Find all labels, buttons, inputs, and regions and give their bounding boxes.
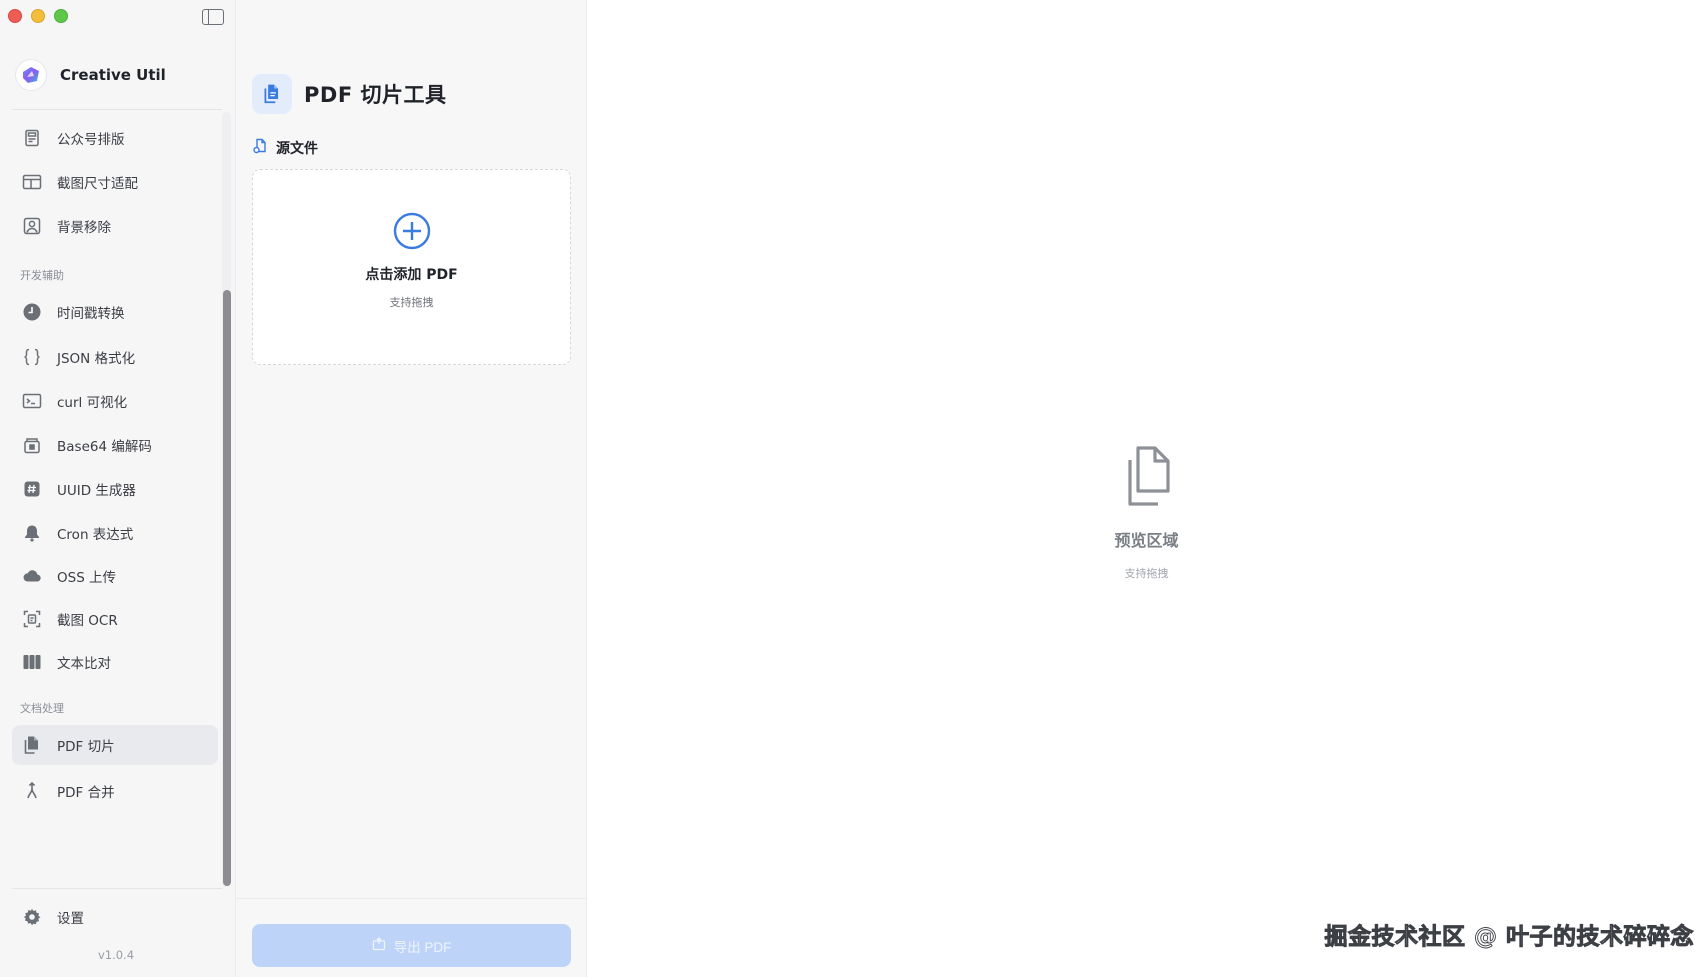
sidebar-item-label: Base64 编解码 bbox=[57, 439, 152, 455]
sidebar-item-screenshot-resize[interactable]: 截图尺寸适配 bbox=[12, 162, 218, 202]
sidebar-item-pdf-slice[interactable]: PDF 切片 bbox=[12, 725, 218, 765]
sidebar-toggle-icon[interactable] bbox=[202, 9, 224, 25]
source-label-text: 源文件 bbox=[276, 141, 318, 157]
sidebar-item-settings[interactable]: 设置 bbox=[12, 897, 218, 937]
window-controls bbox=[8, 9, 68, 23]
dropzone-title: 点击添加 PDF bbox=[365, 267, 458, 283]
app-logo-icon bbox=[16, 60, 46, 90]
background-remove-icon bbox=[21, 215, 43, 237]
sidebar-item-label: curl 可视化 bbox=[57, 395, 128, 411]
braces-icon bbox=[21, 346, 43, 368]
export-label: 导出 PDF bbox=[393, 939, 452, 955]
sidebar-item-label: PDF 切片 bbox=[57, 739, 115, 755]
sidebar-item-uuid[interactable]: UUID 生成器 bbox=[12, 469, 218, 509]
section-label-doc: 文档处理 bbox=[20, 702, 64, 715]
preview-empty-state: 预览区域 支持拖拽 bbox=[587, 445, 1706, 581]
sidebar-item-background-remove[interactable]: 背景移除 bbox=[12, 206, 218, 246]
zoom-window-button[interactable] bbox=[54, 9, 68, 23]
export-icon bbox=[372, 937, 386, 954]
sidebar-item-article-layout[interactable]: 公众号排版 bbox=[12, 118, 218, 158]
merge-icon bbox=[21, 780, 43, 802]
terminal-icon bbox=[21, 390, 43, 412]
sidebar-item-base64[interactable]: Base64 编解码 bbox=[12, 425, 218, 465]
version-label: v1.0.4 bbox=[97, 948, 135, 962]
panel-header: PDF 切片工具 bbox=[252, 74, 446, 114]
app-window: Creative Util 公众号排版 截图尺寸适配 背景移除 开发辅助 时间戳… bbox=[0, 0, 1706, 977]
bell-icon bbox=[21, 522, 43, 544]
minimize-window-button[interactable] bbox=[31, 9, 45, 23]
sidebar-item-text-diff[interactable]: 文本比对 bbox=[12, 642, 218, 682]
sidebar-item-ocr[interactable]: 截图 OCR bbox=[12, 599, 218, 639]
gear-icon bbox=[21, 906, 43, 928]
sidebar-item-label: UUID 生成器 bbox=[57, 483, 136, 499]
sidebar-item-label: PDF 合并 bbox=[57, 785, 115, 801]
page-title: PDF 切片工具 bbox=[304, 83, 447, 107]
close-window-button[interactable] bbox=[8, 9, 22, 23]
article-layout-icon bbox=[21, 127, 43, 149]
sidebar-item-curl[interactable]: curl 可视化 bbox=[12, 381, 218, 421]
pdf-dropzone[interactable]: 点击添加 PDF 支持拖拽 bbox=[252, 169, 571, 365]
cloud-icon bbox=[21, 565, 43, 587]
sidebar-item-label: 截图 OCR bbox=[57, 613, 118, 629]
sidebar-item-label: JSON 格式化 bbox=[57, 351, 136, 367]
clock-icon bbox=[21, 301, 43, 323]
brand: Creative Util bbox=[16, 60, 166, 90]
hash-icon bbox=[21, 478, 43, 500]
sidebar-item-json[interactable]: JSON 格式化 bbox=[12, 337, 218, 377]
sidebar-item-timestamp[interactable]: 时间戳转换 bbox=[12, 292, 218, 332]
sidebar-item-label: Cron 表达式 bbox=[57, 527, 134, 543]
screenshot-resize-icon bbox=[21, 171, 43, 193]
divider bbox=[12, 109, 222, 110]
sidebar-item-label: 公众号排版 bbox=[57, 132, 125, 148]
preview-area[interactable]: 预览区域 支持拖拽 掘金技术社区 @ 叶子的技术碎碎念 bbox=[587, 0, 1706, 977]
documents-icon bbox=[21, 734, 43, 756]
sidebar-item-pdf-merge[interactable]: PDF 合并 bbox=[12, 771, 218, 811]
sidebar-item-oss[interactable]: OSS 上传 bbox=[12, 556, 218, 596]
divider bbox=[12, 888, 222, 889]
sidebar-item-label: 文本比对 bbox=[57, 656, 111, 672]
ocr-scan-icon bbox=[21, 608, 43, 630]
documents-icon bbox=[1121, 445, 1173, 511]
pdf-slice-icon bbox=[252, 74, 292, 114]
columns-icon bbox=[21, 651, 43, 673]
preview-hint: 支持拖拽 bbox=[1124, 567, 1169, 580]
dropzone-hint: 支持拖拽 bbox=[389, 296, 434, 309]
sidebar-item-label: 背景移除 bbox=[57, 220, 111, 236]
sidebar-item-cron[interactable]: Cron 表达式 bbox=[12, 513, 218, 553]
export-pdf-button[interactable]: 导出 PDF bbox=[252, 924, 571, 967]
lock-icon bbox=[21, 434, 43, 456]
sidebar-item-label: 时间戳转换 bbox=[57, 306, 125, 322]
add-circle-icon bbox=[393, 212, 431, 254]
sidebar-scrollbar-thumb[interactable] bbox=[223, 290, 231, 886]
sidebar: Creative Util 公众号排版 截图尺寸适配 背景移除 开发辅助 时间戳… bbox=[0, 0, 236, 977]
watermark: 掘金技术社区 @ 叶子的技术碎碎念 bbox=[1324, 924, 1694, 951]
divider bbox=[236, 898, 587, 899]
source-file-label: 源文件 bbox=[252, 138, 318, 158]
app-name: Creative Util bbox=[60, 66, 166, 84]
preview-title: 预览区域 bbox=[1114, 531, 1179, 550]
section-label-dev: 开发辅助 bbox=[20, 269, 64, 282]
file-icon bbox=[252, 138, 268, 158]
sidebar-item-label: OSS 上传 bbox=[57, 570, 117, 586]
sidebar-item-label: 截图尺寸适配 bbox=[57, 176, 138, 192]
sidebar-item-label: 设置 bbox=[57, 911, 84, 927]
tool-panel: PDF 切片工具 源文件 点击添加 PDF 支持拖拽 导出 PDF bbox=[236, 0, 587, 977]
